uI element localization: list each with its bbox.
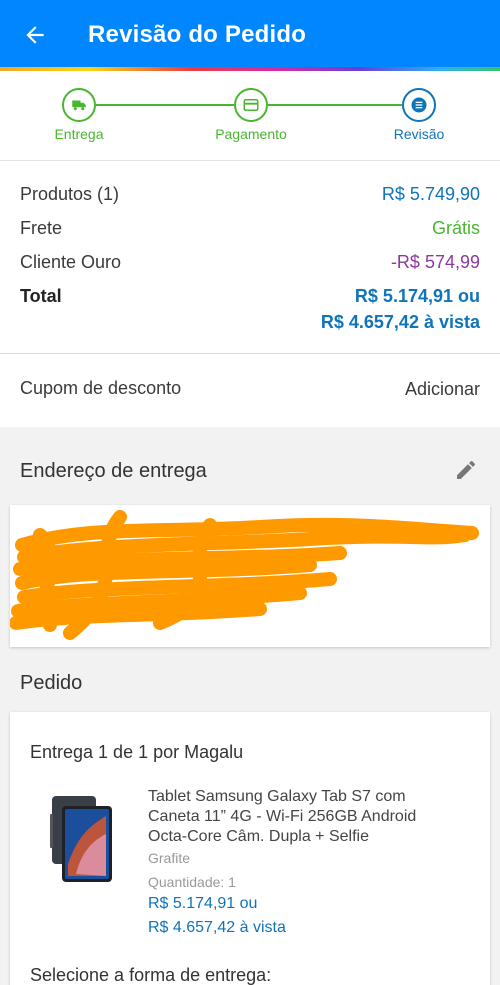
step-connector [96, 104, 234, 106]
address-card[interactable] [10, 505, 490, 647]
shipping-value: Grátis [431, 218, 480, 238]
summary-row-discount: Cliente Ouro -R$ 574,99 [20, 252, 480, 273]
product-name[interactable]: Tablet Samsung Galaxy Tab S7 com Caneta … [148, 787, 448, 847]
step-connector [268, 104, 402, 106]
total-label: Total [20, 286, 62, 306]
step-pagamento[interactable] [234, 88, 268, 122]
step-label-pagamento: Pagamento [215, 126, 287, 142]
summary-row-shipping: Frete Grátis [20, 218, 480, 239]
products-label: Produtos (1) [20, 184, 120, 204]
card-icon [243, 99, 259, 111]
order-section-title: Pedido [20, 672, 83, 694]
summary-row-total: Total R$ 5.174,91 ou R$ 4.657,42 à vista [20, 286, 480, 333]
arrow-left-icon [26, 26, 44, 44]
page-title: Revisão do Pedido [88, 21, 307, 48]
coupon-row[interactable]: Cupom de desconto Adicionar [0, 355, 500, 427]
list-icon [411, 97, 427, 113]
step-entrega[interactable] [62, 88, 96, 122]
product-price: R$ 5.174,91 ou [148, 895, 258, 912]
tablet-product-image [50, 796, 112, 882]
step-revisao[interactable] [402, 88, 436, 122]
back-button[interactable] [20, 20, 50, 50]
order-card: Entrega 1 de 1 por Magalu Tablet Samsung… [10, 712, 490, 985]
step-label-entrega: Entrega [54, 126, 104, 142]
step-label-revisao: Revisão [393, 126, 445, 142]
redaction-scribble [10, 510, 479, 640]
discount-value: -R$ 574,99 [390, 252, 480, 272]
shipping-label: Frete [20, 218, 63, 238]
shipment-title: Entrega 1 de 1 por Magalu [30, 742, 244, 762]
summary-row-products: Produtos (1) R$ 5.749,90 [20, 184, 480, 205]
checkout-stepper: Entrega Pagamento Revisão [0, 71, 500, 161]
product-cash-price: R$ 4.657,42 à vista [148, 919, 286, 936]
truck-icon [72, 100, 86, 111]
pencil-icon [457, 461, 475, 479]
order-summary: Produtos (1) R$ 5.749,90 Frete Grátis Cl… [0, 162, 500, 354]
address-section-title: Endereço de entrega [20, 460, 207, 482]
product-color: Grafite [148, 850, 191, 866]
coupon-label: Cupom de desconto [20, 378, 182, 398]
total-value: R$ 5.174,91 ou [354, 286, 480, 306]
total-cash-value: R$ 4.657,42 à vista [320, 312, 480, 332]
app-bar: Revisão do Pedido [0, 0, 500, 67]
select-shipping-label: Selecione a forma de entrega: [30, 965, 272, 985]
discount-label: Cliente Ouro [20, 252, 122, 272]
total-value-block: R$ 5.174,91 ou R$ 4.657,42 à vista [321, 286, 480, 333]
products-value: R$ 5.749,90 [381, 184, 480, 204]
add-coupon-button[interactable]: Adicionar [405, 379, 480, 400]
product-quantity: Quantidade: 1 [148, 874, 236, 890]
edit-address-button[interactable] [452, 456, 480, 484]
